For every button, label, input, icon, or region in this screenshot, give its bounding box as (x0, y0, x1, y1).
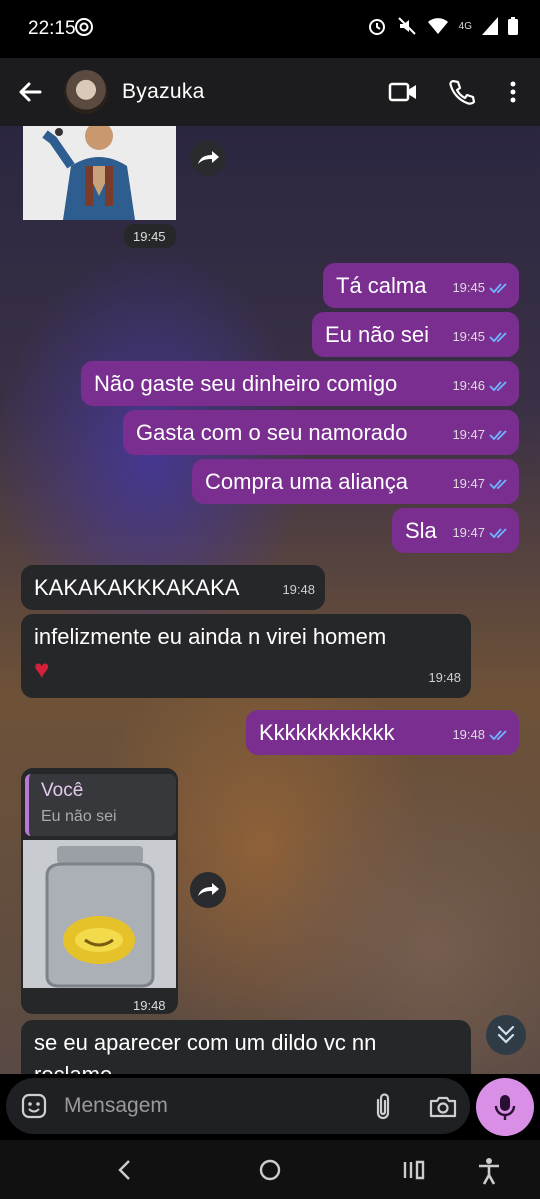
back-arrow-icon[interactable] (16, 78, 44, 106)
message-text: Tá calma (336, 273, 427, 298)
quoted-message[interactable]: Você Eu não sei (25, 774, 176, 836)
chat-header: Byazuka (0, 58, 540, 126)
phone-icon[interactable] (446, 78, 476, 106)
message-text: Compra uma aliança (205, 469, 408, 494)
incoming-message[interactable]: infelizmente eu ainda n virei homem ♥ 19… (21, 614, 471, 698)
double-check-icon (489, 283, 507, 294)
message-composer[interactable]: Mensagem (6, 1078, 470, 1134)
message-meta: 19:46 (452, 372, 509, 400)
jar-picture (23, 840, 176, 988)
message-text: infelizmente eu ainda n virei homem (34, 624, 387, 649)
at-sign-icon (75, 18, 93, 36)
message-time: 19:48 (133, 998, 166, 1013)
double-check-icon (489, 730, 507, 741)
double-check-icon (489, 381, 507, 392)
outgoing-message[interactable]: Sla 19:47 (392, 508, 519, 553)
message-text: Gasta com o seu namorado (136, 420, 408, 445)
contact-avatar[interactable] (64, 70, 108, 114)
outgoing-message[interactable]: Compra uma aliança 19:47 (192, 459, 519, 504)
quoted-author: Você (41, 780, 84, 801)
outgoing-message[interactable]: Gasta com o seu namorado 19:47 (123, 410, 519, 455)
outgoing-message[interactable]: Tá calma 19:45 (323, 263, 519, 308)
scroll-down-icon (497, 1025, 515, 1044)
mic-icon (494, 1095, 516, 1120)
network-type: 4G (458, 20, 472, 32)
message-input[interactable]: Mensagem (64, 1094, 168, 1118)
message-meta: 19:48 (452, 721, 509, 749)
message-meta: 19:45 (452, 323, 509, 351)
status-time: 22:15 (28, 18, 76, 39)
message-text: se eu aparecer com um dildo vc nn (34, 1030, 377, 1055)
message-text: Eu não sei (325, 322, 429, 347)
voice-record-button[interactable] (476, 1078, 534, 1136)
attach-icon[interactable] (370, 1092, 396, 1120)
status-bar: 22:15 4G (0, 0, 540, 58)
forward-button[interactable] (190, 140, 226, 176)
forward-icon (198, 151, 219, 164)
image-message[interactable] (23, 126, 176, 220)
message-text: Sla (405, 518, 437, 543)
message-meta: 19:45 (452, 274, 509, 302)
scroll-down-button[interactable] (486, 1015, 526, 1055)
incoming-message[interactable]: se eu aparecer com um dildo vc nn reclam… (21, 1020, 471, 1074)
camera-icon[interactable] (428, 1092, 458, 1120)
video-call-icon[interactable] (388, 78, 418, 106)
outgoing-message[interactable]: Não gaste seu dinheiro comigo 19:46 (81, 361, 519, 406)
broken-heart-emoji: ♥ (34, 654, 50, 684)
message-time: 19:45 (124, 224, 176, 248)
message-text: Não gaste seu dinheiro comigo (94, 371, 398, 396)
wifi-icon (427, 18, 448, 34)
outgoing-message[interactable]: Eu não sei 19:45 (312, 312, 519, 357)
message-meta: 19:47 (452, 519, 509, 547)
battery-icon (508, 17, 518, 35)
nav-home-icon[interactable] (258, 1157, 282, 1183)
message-meta: 19:47 (452, 421, 509, 449)
chat-area[interactable]: 19:45 Tá calma 19:45 Eu não sei 19:45 Nã… (0, 126, 540, 1074)
outgoing-message[interactable]: Kkkkkkkkkkkk 19:48 (246, 710, 519, 755)
double-check-icon (489, 479, 507, 490)
double-check-icon (489, 528, 507, 539)
quoted-text: Eu não sei (41, 808, 117, 825)
accessibility-icon[interactable] (476, 1157, 502, 1185)
forward-icon (198, 883, 219, 896)
message-meta: 19:48 (282, 582, 315, 597)
message-meta: 19:47 (452, 470, 509, 498)
message-text: Kkkkkkkkkkkk (259, 720, 395, 745)
message-text-line2: reclame (34, 1061, 112, 1074)
message-meta: 19:48 (428, 670, 461, 685)
photo-person-image (23, 126, 176, 220)
status-icons: 4G (367, 16, 518, 36)
alarm-icon (368, 19, 385, 35)
more-vert-icon[interactable] (502, 78, 524, 106)
jar-image[interactable] (23, 840, 176, 988)
double-check-icon (489, 430, 507, 441)
system-nav-bar (0, 1140, 540, 1199)
incoming-message[interactable]: KAKAKAKKKAKAKA 19:48 (21, 565, 325, 610)
double-check-icon (489, 332, 507, 343)
forward-button[interactable] (190, 872, 226, 908)
nav-recents-icon[interactable] (402, 1157, 426, 1183)
message-text: KAKAKAKKKAKAKA (34, 575, 240, 600)
emoji-icon[interactable] (20, 1092, 48, 1120)
mute-icon (397, 17, 416, 35)
signal-icon (482, 17, 498, 35)
nav-back-icon[interactable] (114, 1157, 136, 1183)
contact-name[interactable]: Byazuka (122, 80, 205, 104)
